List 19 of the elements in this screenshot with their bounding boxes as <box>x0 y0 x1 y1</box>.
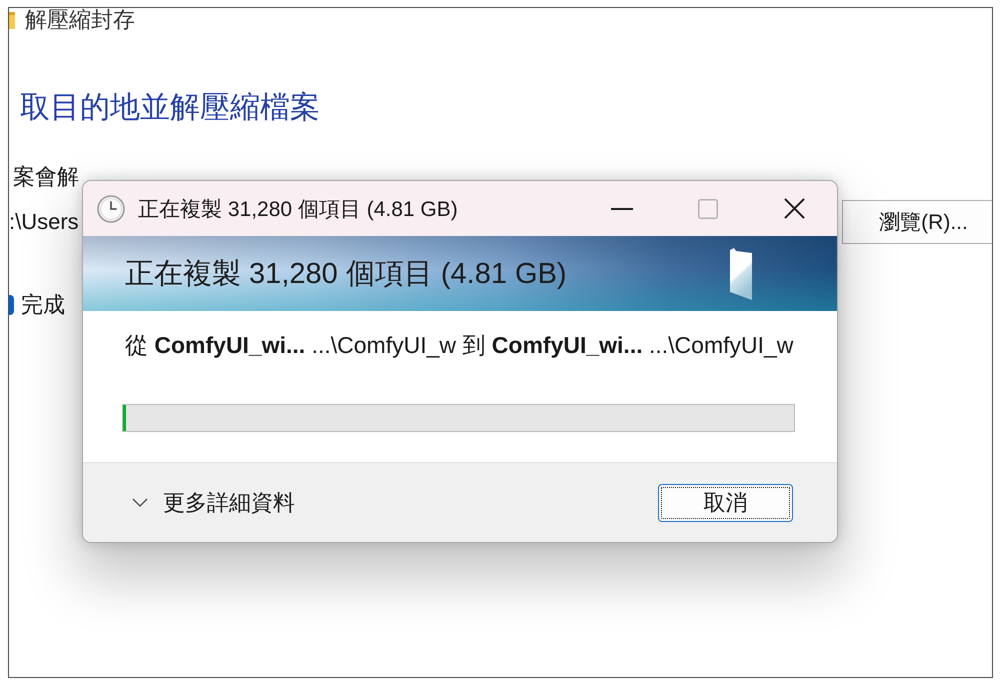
folder-label: 案會解 <box>12 163 79 191</box>
window-title: 解壓縮封存 <box>25 8 135 32</box>
cancel-button[interactable]: 取消 <box>658 484 793 522</box>
chevron-icon <box>132 498 148 507</box>
close-icon <box>784 198 804 219</box>
banner-title: 正在複製 31,280 個項目 (4.81 GB) <box>125 256 567 292</box>
details-toggle[interactable]: 更多詳細資料 <box>132 488 295 518</box>
browse-button[interactable]: 瀏覽(R)... <box>842 200 992 244</box>
transfer-text: 從 ComfyUI_wi... ...\ComfyUI_w 到 ComfyUI_wi... ...\ComfyUI_w <box>124 331 794 359</box>
path-field[interactable]: :\Users <box>9 200 81 244</box>
page-heading: 取目的地並解壓縮檔案 <box>19 90 320 126</box>
dialog-title: 正在複製 31,280 個項目 (4.81 GB) <box>138 196 458 222</box>
checkbox-label: 完成 <box>21 293 65 317</box>
folder-icon <box>9 12 15 28</box>
maximize-icon <box>698 198 718 218</box>
checkbox[interactable] <box>9 295 14 315</box>
document-icon <box>730 248 752 300</box>
minimize-icon <box>611 208 633 210</box>
clock-icon <box>97 194 125 222</box>
